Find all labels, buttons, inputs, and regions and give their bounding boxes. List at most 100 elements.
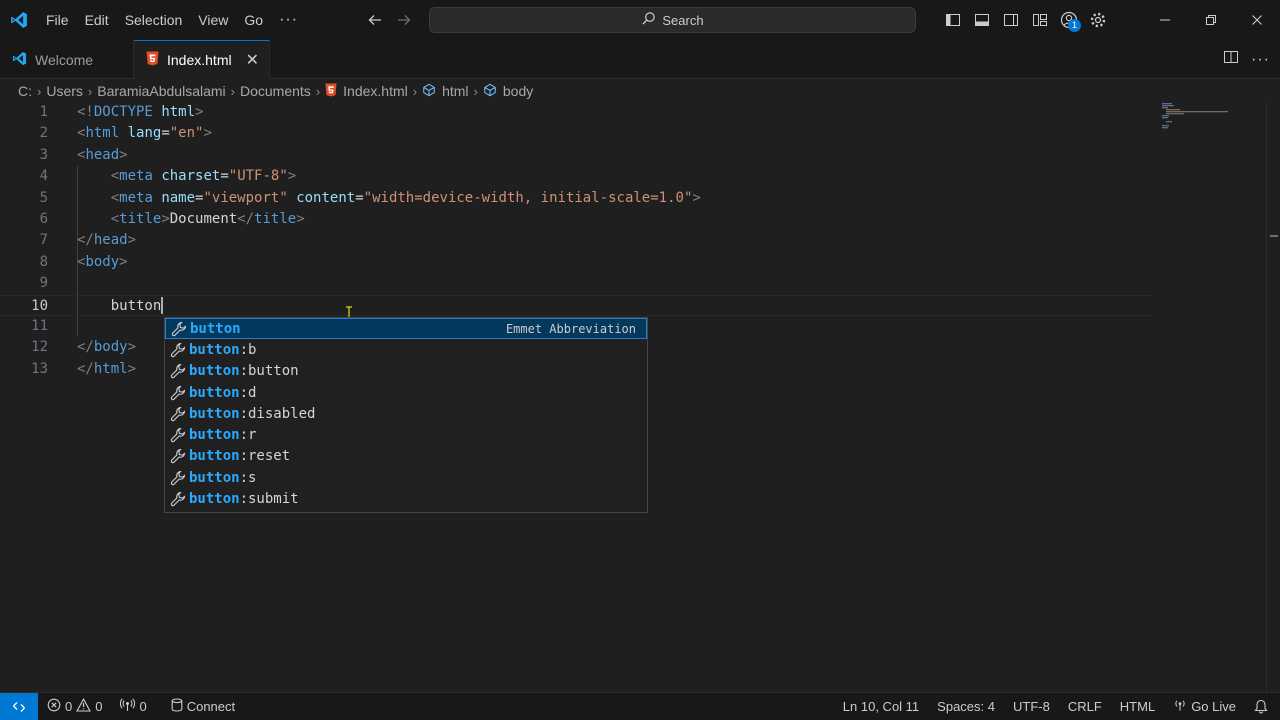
- suggestion-item[interactable]: button:disabled: [165, 403, 647, 424]
- suggestion-item[interactable]: button:s: [165, 467, 647, 488]
- warning-icon: [76, 698, 92, 715]
- code-text: <meta name="viewport" content="width=dev…: [110, 189, 701, 206]
- tab-label: Welcome: [35, 51, 94, 68]
- breadcrumb-file[interactable]: Index.html: [325, 83, 408, 100]
- restore-icon[interactable]: [1188, 0, 1234, 40]
- search-label: Search: [662, 12, 704, 28]
- code-text: <head>: [77, 146, 128, 163]
- close-tab-icon[interactable]: ✕: [246, 50, 259, 70]
- symbol-element-icon: [483, 83, 497, 100]
- chevron-right-icon: ›: [230, 83, 235, 99]
- suggestion-item[interactable]: button:button: [165, 361, 647, 382]
- toggle-panel-icon[interactable]: [967, 0, 996, 40]
- menu-file[interactable]: File: [38, 0, 77, 40]
- close-window-icon[interactable]: [1234, 0, 1280, 40]
- code-line: 6 <title>Document</title>: [0, 209, 1152, 230]
- language-mode[interactable]: HTML: [1111, 699, 1164, 714]
- indentation-setting[interactable]: Spaces: 4: [928, 699, 1004, 714]
- wrench-icon: [168, 383, 188, 403]
- ports-indicator[interactable]: 0: [111, 698, 155, 715]
- suggestion-item[interactable]: button:d: [165, 382, 647, 403]
- code-text: <title>Document</title>: [110, 211, 305, 227]
- current-code-line: 10 button: [0, 294, 1152, 317]
- notifications-bell-icon[interactable]: [1245, 699, 1280, 714]
- toggle-primary-sidebar-icon[interactable]: [938, 0, 967, 40]
- connect-label: Connect: [186, 699, 236, 714]
- toggle-secondary-sidebar-icon[interactable]: [996, 0, 1025, 40]
- suggestion-item[interactable]: button:r: [165, 424, 647, 445]
- go-live-button[interactable]: Go Live: [1164, 698, 1245, 715]
- breadcrumb-user-folder[interactable]: BaramiaAbdulsalami: [97, 83, 225, 99]
- breadcrumb-html-element[interactable]: html: [422, 83, 469, 100]
- suggestion-item[interactable]: button:reset: [165, 446, 647, 467]
- suggestion-item[interactable]: button:submit: [165, 488, 647, 509]
- remote-window-button[interactable]: [0, 693, 38, 720]
- vscode-logo-icon: [12, 51, 27, 69]
- split-editor-icon[interactable]: [1223, 49, 1239, 70]
- database-icon: [171, 698, 183, 715]
- title-bar: File Edit Selection View Go ··· Search 1: [0, 0, 1280, 40]
- breadcrumb-drive[interactable]: C:: [18, 83, 32, 99]
- code-line: 3 <head>: [0, 145, 1152, 166]
- encoding-setting[interactable]: UTF-8: [1004, 699, 1059, 714]
- back-arrow-icon[interactable]: [364, 9, 386, 31]
- eol-setting[interactable]: CRLF: [1059, 699, 1111, 714]
- breadcrumb-body-element[interactable]: body: [483, 83, 533, 100]
- minimap[interactable]: [1160, 102, 1240, 132]
- command-center-search[interactable]: Search: [429, 7, 916, 33]
- settings-gear-icon[interactable]: [1083, 0, 1112, 40]
- code-text: </body>: [77, 339, 137, 356]
- tab-index-html[interactable]: Index.html ✕: [134, 40, 270, 79]
- breadcrumb-users[interactable]: Users: [46, 83, 83, 99]
- code-text: </html>: [77, 360, 137, 377]
- line-number: 1: [39, 104, 48, 120]
- scrollbar-cursor-marker: [1270, 235, 1278, 237]
- chevron-right-icon: ›: [37, 83, 42, 99]
- code-text: button: [77, 296, 164, 317]
- more-actions-icon[interactable]: ···: [1251, 51, 1270, 69]
- problems-indicator[interactable]: 0 0: [38, 698, 111, 715]
- menu-go[interactable]: Go: [236, 0, 271, 40]
- line-number: 11: [31, 318, 48, 334]
- tab-label: Index.html: [167, 52, 232, 68]
- cursor-position[interactable]: Ln 10, Col 11: [834, 699, 928, 714]
- menu-more[interactable]: ···: [271, 0, 306, 40]
- suggest-widget[interactable]: button Emmet Abbreviation button:b butto…: [164, 317, 648, 513]
- suggestion-item[interactable]: button Emmet Abbreviation: [165, 318, 647, 340]
- menu-view[interactable]: View: [190, 0, 236, 40]
- line-number: 13: [31, 360, 48, 377]
- minimize-icon[interactable]: [1142, 0, 1188, 40]
- menu-edit[interactable]: Edit: [77, 0, 117, 40]
- line-number: 10: [31, 297, 48, 314]
- line-number: 4: [39, 168, 48, 185]
- connect-button[interactable]: Connect: [162, 698, 244, 715]
- code-line: 8 <body>: [0, 252, 1152, 273]
- wrench-icon: [168, 489, 188, 509]
- suggestion-item[interactable]: button:b: [165, 339, 647, 360]
- chevron-right-icon: ›: [87, 83, 93, 99]
- line-number: 9: [39, 275, 48, 292]
- search-icon: [641, 11, 656, 29]
- go-live-label: Go Live: [1191, 699, 1236, 714]
- text-cursor: [161, 297, 164, 315]
- vertical-scrollbar[interactable]: [1266, 102, 1280, 692]
- tab-welcome[interactable]: Welcome: [0, 40, 134, 79]
- remote-icon: [13, 701, 25, 712]
- line-number: 7: [39, 232, 48, 249]
- html5-icon: [325, 83, 337, 100]
- html5-icon: [146, 51, 159, 69]
- chevron-right-icon: ›: [473, 83, 478, 99]
- accounts-badge: 1: [1068, 19, 1081, 32]
- breadcrumb: C: › Users › BaramiaAbdulsalami › Docume…: [0, 80, 1280, 102]
- wrench-icon: [168, 361, 188, 381]
- breadcrumb-documents[interactable]: Documents: [240, 83, 311, 99]
- forward-arrow-icon[interactable]: [393, 9, 415, 31]
- line-number: 3: [39, 146, 48, 163]
- accounts-icon[interactable]: 1: [1054, 0, 1083, 40]
- code-text: <body>: [77, 253, 128, 270]
- symbol-element-icon: [422, 83, 436, 100]
- typed-text: button: [110, 297, 162, 314]
- wrench-icon: [169, 319, 189, 339]
- customize-layout-icon[interactable]: [1025, 0, 1054, 40]
- menu-selection[interactable]: Selection: [117, 0, 191, 40]
